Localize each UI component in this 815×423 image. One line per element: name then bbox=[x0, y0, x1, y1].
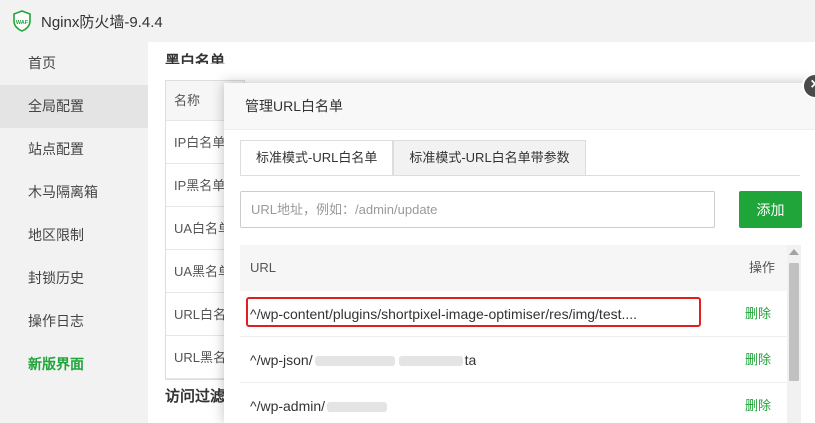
modal-tabs: 标准模式-URL白名单 标准模式-URL白名单带参数 bbox=[240, 140, 586, 176]
delete-link[interactable]: 删除 bbox=[745, 383, 771, 423]
redacted-text bbox=[398, 356, 463, 367]
tabs-divider bbox=[240, 175, 800, 176]
url-table-header: URL 操作 bbox=[240, 245, 787, 291]
add-button[interactable]: 添加 bbox=[739, 191, 802, 228]
url-value: ^/wp-admin/ bbox=[250, 383, 389, 423]
table-row: ^/wp-admin/ 删除 bbox=[240, 383, 787, 423]
modal-title: 管理URL白名单 bbox=[224, 83, 815, 130]
sidebar-item-operation-log[interactable]: 操作日志 bbox=[0, 300, 148, 343]
tab-url-whitelist-with-params[interactable]: 标准模式-URL白名单带参数 bbox=[393, 140, 586, 176]
sidebar-item-new-ui[interactable]: 新版界面 bbox=[0, 343, 148, 386]
sidebar-item-home[interactable]: 首页 bbox=[0, 42, 148, 85]
sidebar-item-region-limit[interactable]: 地区限制 bbox=[0, 214, 148, 257]
url-suffix: ta bbox=[464, 352, 477, 368]
section-title-access-filter: 访问过滤 bbox=[165, 388, 226, 405]
url-value: ^/wp-json/ta bbox=[250, 337, 476, 382]
tab-url-whitelist[interactable]: 标准模式-URL白名单 bbox=[240, 140, 394, 176]
table-scrollbar[interactable] bbox=[787, 245, 801, 423]
table-row: ^/wp-content/plugins/shortpixel-image-op… bbox=[240, 291, 787, 337]
table-row: ^/wp-json/ta 删除 bbox=[240, 337, 787, 383]
url-whitelist-modal: 管理URL白名单 标准模式-URL白名单 标准模式-URL白名单带参数 添加 U… bbox=[224, 83, 815, 423]
sidebar-item-global-config[interactable]: 全局配置 bbox=[0, 85, 148, 128]
sidebar-item-trojan-quarantine[interactable]: 木马隔离箱 bbox=[0, 171, 148, 214]
sidebar-item-block-history[interactable]: 封锁历史 bbox=[0, 257, 148, 300]
url-prefix: ^/wp-admin/ bbox=[250, 398, 326, 414]
section-title: 黑白名单 bbox=[165, 53, 226, 64]
col-url: URL bbox=[250, 260, 277, 275]
delete-link[interactable]: 删除 bbox=[745, 337, 771, 382]
redacted-text bbox=[314, 356, 395, 367]
waf-shield-icon: WAF bbox=[13, 10, 31, 32]
col-action: 操作 bbox=[748, 260, 775, 275]
redacted-text bbox=[327, 402, 388, 413]
title-bar: WAF Nginx防火墙-9.4.4 bbox=[0, 0, 815, 42]
url-prefix: ^/wp-json/ bbox=[250, 352, 313, 368]
app-title: Nginx防火墙-9.4.4 bbox=[41, 13, 163, 31]
scroll-thumb[interactable] bbox=[789, 263, 799, 381]
sidebar-item-site-config[interactable]: 站点配置 bbox=[0, 128, 148, 171]
delete-link[interactable]: 删除 bbox=[745, 291, 771, 336]
svg-text:WAF: WAF bbox=[16, 20, 29, 26]
url-value: ^/wp-content/plugins/shortpixel-image-op… bbox=[250, 306, 638, 322]
scroll-up-arrow-icon[interactable] bbox=[789, 249, 799, 255]
url-input[interactable] bbox=[240, 191, 715, 228]
sidebar: 首页 全局配置 站点配置 木马隔离箱 地区限制 封锁历史 操作日志 新版界面 bbox=[0, 42, 148, 423]
url-table: URL 操作 ^/wp-content/plugins/shortpixel-i… bbox=[240, 245, 787, 423]
